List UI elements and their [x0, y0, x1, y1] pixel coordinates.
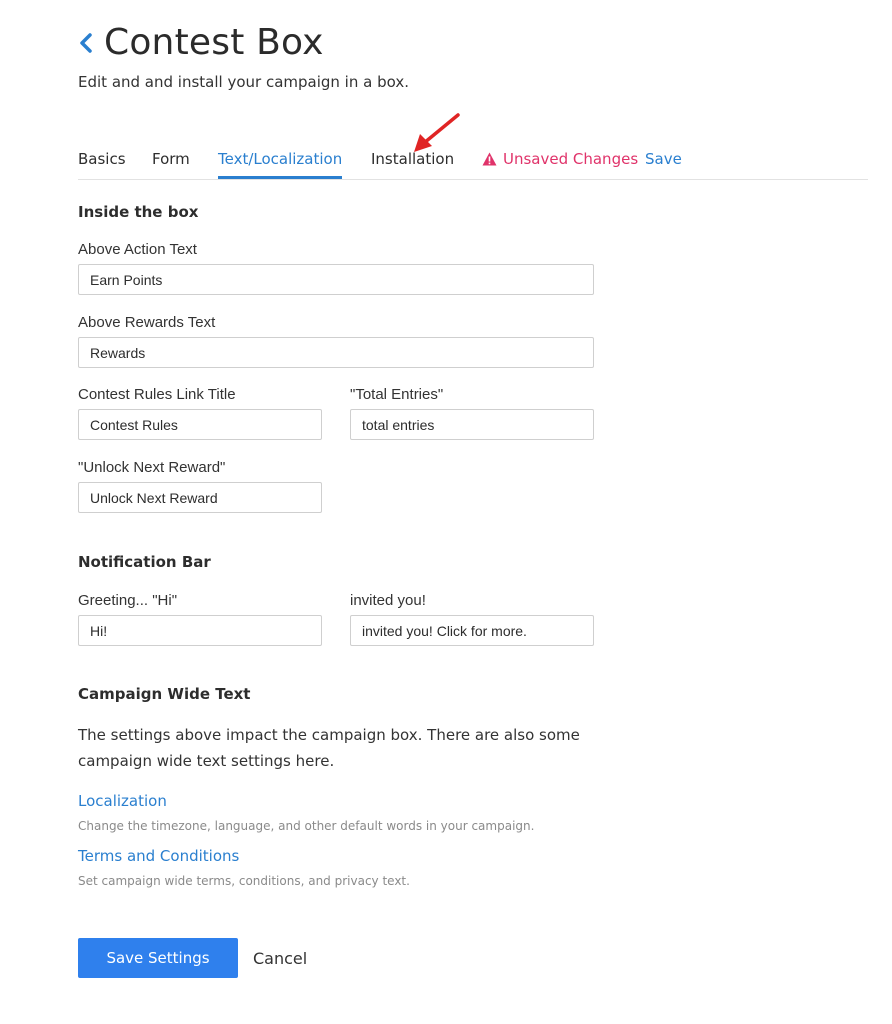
tab-form[interactable]: Form [152, 150, 190, 168]
active-tab-underline [218, 176, 342, 179]
section-title-campaign-wide-text: Campaign Wide Text [78, 685, 251, 703]
tab-bar: Basics Form Text/Localization Installati… [78, 142, 868, 180]
tab-installation[interactable]: Installation [371, 150, 454, 168]
terms-and-conditions-description: Set campaign wide terms, conditions, and… [78, 874, 410, 888]
contest-rules-link-title-label: Contest Rules Link Title [78, 386, 236, 403]
warning-icon [482, 152, 497, 166]
unlock-next-reward-label: "Unlock Next Reward" [78, 459, 226, 476]
above-action-text-label: Above Action Text [78, 241, 197, 258]
invited-you-input[interactable] [350, 615, 594, 646]
tab-basics[interactable]: Basics [78, 150, 126, 168]
campaign-wide-description: The settings above impact the campaign b… [78, 726, 580, 770]
above-rewards-text-input[interactable] [78, 337, 594, 368]
save-link[interactable]: Save [645, 150, 682, 168]
localization-description: Change the timezone, language, and other… [78, 819, 535, 833]
total-entries-label: "Total Entries" [350, 386, 444, 403]
save-settings-button[interactable]: Save Settings [78, 938, 238, 978]
page-title: Contest Box [104, 22, 324, 63]
page-subtitle: Edit and and install your campaign in a … [78, 73, 409, 91]
localization-link[interactable]: Localization [78, 792, 167, 810]
greeting-label: Greeting... "Hi" [78, 592, 178, 609]
unsaved-changes-label: Unsaved Changes [503, 150, 639, 168]
total-entries-input[interactable] [350, 409, 594, 440]
unlock-next-reward-input[interactable] [78, 482, 322, 513]
tab-text-localization[interactable]: Text/Localization [218, 150, 342, 168]
back-button[interactable] [78, 23, 102, 63]
contest-rules-link-title-input[interactable] [78, 409, 322, 440]
cancel-button[interactable]: Cancel [253, 938, 307, 978]
terms-and-conditions-link[interactable]: Terms and Conditions [78, 847, 239, 865]
chevron-left-icon [80, 32, 92, 53]
above-rewards-text-label: Above Rewards Text [78, 314, 216, 331]
invited-you-label: invited you! [350, 592, 426, 609]
section-title-inside-box: Inside the box [78, 203, 199, 221]
section-title-notification-bar: Notification Bar [78, 553, 211, 571]
above-action-text-input[interactable] [78, 264, 594, 295]
header: Contest Box [78, 22, 324, 63]
greeting-input[interactable] [78, 615, 322, 646]
unsaved-changes-indicator: Unsaved Changes [482, 150, 638, 168]
